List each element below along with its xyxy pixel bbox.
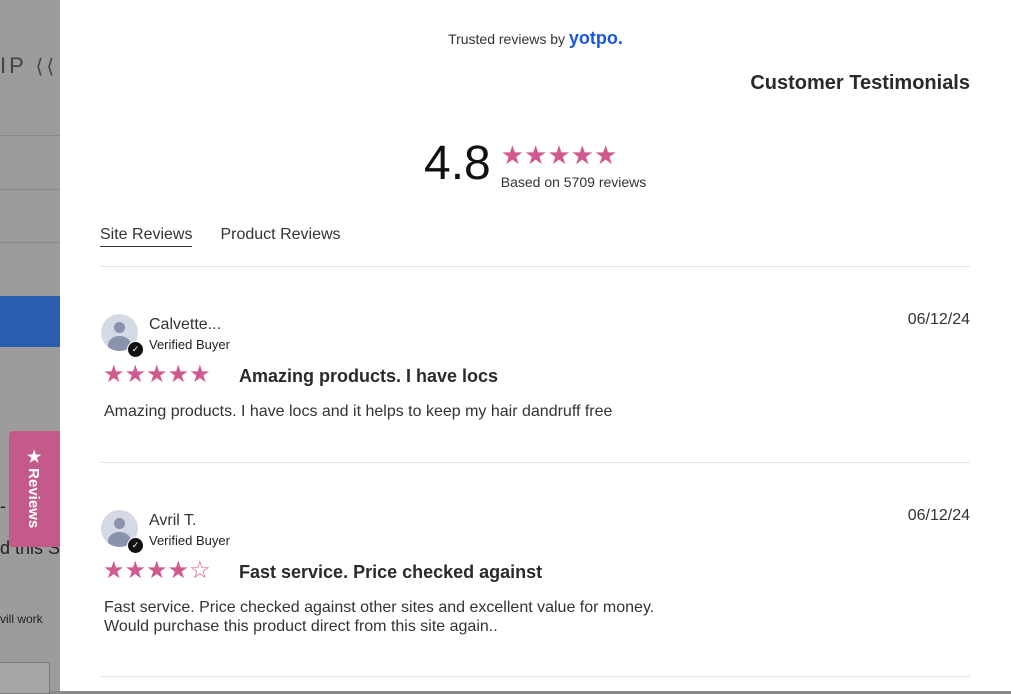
star-filled-icon: ★: [124, 557, 147, 584]
review-stars: ★ ★ ★ ★ ☆: [103, 559, 211, 583]
reviews-tab-label: Reviews: [26, 468, 44, 529]
background-dash: -: [0, 496, 6, 516]
star-filled-icon: ★: [547, 140, 571, 170]
reviewer-name: Avril T.: [149, 512, 197, 529]
background-divider: [0, 189, 60, 190]
background-logo: IP ⟨⟨: [0, 53, 58, 78]
divider: [100, 266, 970, 267]
background-text: vill work: [0, 612, 43, 626]
star-filled-icon: ★: [103, 557, 125, 584]
background-input: [0, 662, 50, 694]
star-filled-icon: ★: [570, 140, 594, 170]
review-body: Amazing products. I have locs and it hel…: [104, 403, 613, 420]
star-filled-icon: ★: [593, 140, 618, 170]
verified-buyer-label: Verified Buyer: [149, 533, 230, 548]
review-date: 06/12/24: [907, 507, 970, 524]
review-title: Amazing products. I have locs: [239, 366, 499, 386]
summary-stars: ★ ★ ★ ★ ★: [501, 142, 647, 168]
tab-product-reviews[interactable]: Product Reviews: [220, 226, 340, 247]
verified-check-icon: ✓: [127, 341, 144, 358]
reviews-floating-tab[interactable]: ★ Reviews: [9, 431, 60, 547]
reviewer-name: Calvette...: [149, 316, 222, 333]
star-filled-icon: ★: [500, 140, 525, 170]
panel-title: Customer Testimonials: [750, 72, 970, 94]
background-divider: [0, 242, 60, 243]
star-filled-icon: ★: [167, 557, 190, 584]
review-body: Fast service. Price checked against othe…: [104, 599, 655, 635]
star-filled-icon: ★: [124, 361, 147, 388]
review-stars: ★ ★ ★ ★ ★: [103, 363, 211, 387]
verified-buyer-label: Verified Buyer: [149, 337, 230, 352]
based-on-count: Based on 5709 reviews: [500, 174, 647, 190]
verified-check-icon: ✓: [127, 537, 144, 554]
review-date: 06/12/24: [907, 311, 970, 328]
star-filled-icon: ★: [146, 557, 168, 584]
divider: [100, 462, 970, 463]
review-tabs: Site Reviews Product Reviews: [100, 226, 341, 247]
divider: [100, 676, 970, 677]
background-divider: [0, 135, 60, 136]
review-title: Fast service. Price checked against: [239, 562, 543, 582]
reviews-panel: Trusted reviews by yotpo. Customer Testi…: [60, 0, 1011, 691]
star-filled-icon: ★: [167, 361, 190, 388]
rating-summary: 4.8 ★ ★ ★ ★ ★ Based on 5709 reviews: [424, 136, 646, 192]
star-filled-icon: ★: [103, 361, 125, 388]
star-filled-icon: ★: [146, 361, 168, 388]
tab-site-reviews[interactable]: Site Reviews: [100, 226, 193, 247]
star-filled-icon: ★: [189, 361, 211, 388]
yotpo-logo[interactable]: yotpo.: [569, 28, 623, 48]
star-empty-icon: ☆: [189, 557, 211, 584]
background-button: [0, 296, 60, 347]
star-icon: ★: [27, 448, 42, 466]
star-filled-icon: ★: [524, 140, 548, 170]
trusted-text: Trusted reviews by: [448, 31, 566, 47]
trusted-by: Trusted reviews by yotpo.: [60, 28, 1011, 49]
average-rating: 4.8: [424, 137, 491, 190]
